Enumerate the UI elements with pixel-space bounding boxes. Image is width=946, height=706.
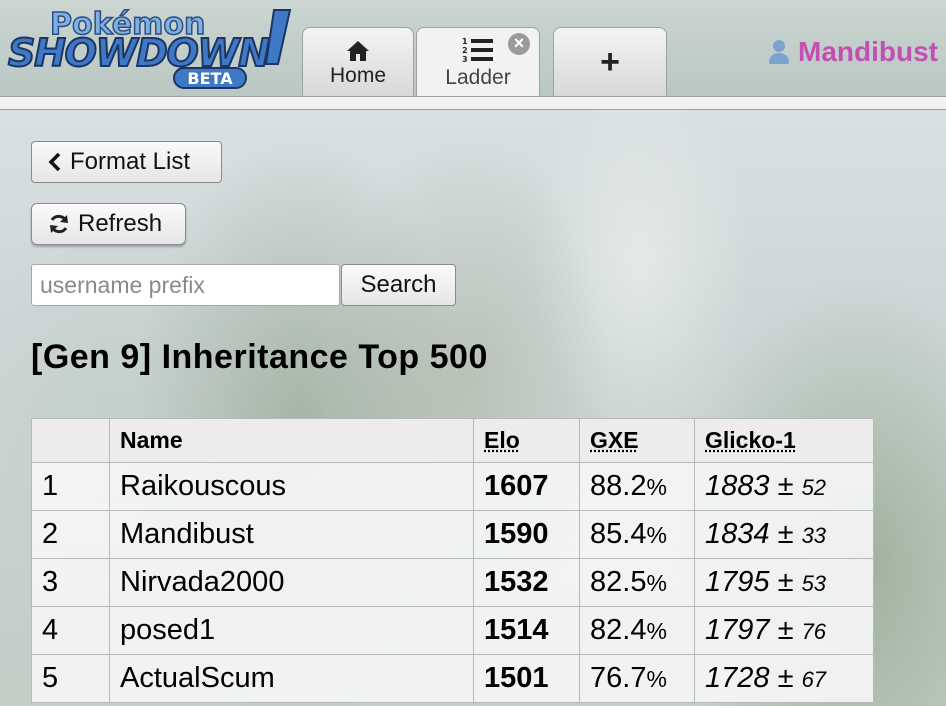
glicko-rating: 1883 <box>705 470 770 502</box>
glicko-rating: 1728 <box>705 662 770 694</box>
plus-minus-sign: ± <box>777 566 794 598</box>
gxe-cell: 82.5% <box>579 558 695 607</box>
table-row: 4 posed1 1514 82.4% 1797 ± 76 <box>31 606 874 655</box>
gxe-cell: 85.4% <box>579 510 695 559</box>
gxe-value: 85.4 <box>590 518 647 550</box>
elo-cell: 1532 <box>473 558 580 607</box>
glicko-rating: 1795 <box>705 566 770 598</box>
home-icon <box>347 41 369 61</box>
gxe-value: 82.5 <box>590 566 647 598</box>
gxe-percent-sign: % <box>646 474 667 500</box>
gxe-cell: 82.4% <box>579 606 695 655</box>
user-menu[interactable]: Mandibust <box>768 32 938 72</box>
close-tab-icon[interactable]: × <box>508 33 530 55</box>
table-row: 5 ActualScum 1501 76.7% 1728 ± 67 <box>31 654 874 703</box>
column-header-rank <box>31 418 110 463</box>
tab-home[interactable]: Home <box>302 27 414 96</box>
gxe-value: 76.7 <box>590 662 647 694</box>
search-button[interactable]: Search <box>341 264 456 306</box>
ladder-title: [Gen 9] Inheritance Top 500 <box>31 338 488 376</box>
elo-cell: 1514 <box>473 606 580 655</box>
rank-cell: 2 <box>31 510 110 559</box>
player-name-cell[interactable]: posed1 <box>109 606 474 655</box>
glicko-cell: 1795 ± 53 <box>694 558 874 607</box>
search-button-label: Search <box>360 271 437 298</box>
gxe-percent-sign: % <box>646 570 667 596</box>
refresh-label: Refresh <box>78 210 163 237</box>
player-name-cell[interactable]: Raikouscous <box>109 462 474 511</box>
elo-cell: 1501 <box>473 654 580 703</box>
tab-ladder[interactable]: 1 2 3 Ladder × <box>416 27 540 97</box>
svg-text:2: 2 <box>462 46 468 55</box>
ordered-list-icon: 1 2 3 <box>462 37 493 64</box>
glicko-cell: 1728 ± 67 <box>694 654 874 703</box>
tab-home-label: Home <box>329 64 387 87</box>
plus-minus-sign: ± <box>777 518 794 550</box>
glicko-deviation: 52 <box>801 475 827 500</box>
tab-ladder-label: Ladder <box>445 66 511 89</box>
header-bar: Pokémon SHOWDOWN BETA Home 1 2 3 Ladder … <box>0 0 946 97</box>
svg-text:1: 1 <box>462 37 468 46</box>
rank-cell: 4 <box>31 606 110 655</box>
user-icon <box>769 40 789 64</box>
glicko-cell: 1883 ± 52 <box>694 462 874 511</box>
rank-cell: 5 <box>31 654 110 703</box>
gxe-cell: 88.2% <box>579 462 695 511</box>
plus-minus-sign: ± <box>777 662 794 694</box>
refresh-button[interactable]: Refresh <box>31 203 186 245</box>
rank-cell: 1 <box>31 462 110 511</box>
glicko-deviation: 33 <box>801 523 827 548</box>
refresh-icon <box>50 214 68 234</box>
glicko-rating: 1797 <box>705 614 770 646</box>
gxe-value: 82.4 <box>590 614 647 646</box>
column-header-glicko[interactable]: Glicko-1 <box>694 418 874 463</box>
gxe-cell: 76.7% <box>579 654 695 703</box>
column-header-name: Name <box>109 418 474 463</box>
table-row: 1 Raikouscous 1607 88.2% 1883 ± 52 <box>31 462 874 511</box>
format-list-label: Format List <box>70 148 191 175</box>
plus-minus-sign: ± <box>777 470 794 502</box>
ladder-table: Name Elo GXE Glicko-1 1 Raikouscous 1607 88… <box>31 418 874 703</box>
svg-text:3: 3 <box>462 55 468 64</box>
player-name-cell[interactable]: Nirvada2000 <box>109 558 474 607</box>
elo-cell: 1607 <box>473 462 580 511</box>
glicko-deviation: 53 <box>801 571 827 596</box>
plus-minus-sign: ± <box>777 614 794 646</box>
glicko-cell: 1797 ± 76 <box>694 606 874 655</box>
format-list-button[interactable]: Format List <box>31 141 222 183</box>
chevron-left-icon <box>48 152 61 172</box>
pokemon-showdown-logo[interactable]: Pokémon SHOWDOWN BETA <box>6 6 296 90</box>
column-header-gxe[interactable]: GXE <box>579 418 695 463</box>
header-divider <box>0 96 946 110</box>
glicko-rating: 1834 <box>705 518 770 550</box>
gxe-percent-sign: % <box>646 522 667 548</box>
glicko-deviation: 67 <box>801 667 827 692</box>
gxe-percent-sign: % <box>646 666 667 692</box>
player-name-cell[interactable]: Mandibust <box>109 510 474 559</box>
glicko-cell: 1834 ± 33 <box>694 510 874 559</box>
gxe-percent-sign: % <box>646 618 667 644</box>
table-row: 3 Nirvada2000 1532 82.5% 1795 ± 53 <box>31 558 874 607</box>
rank-cell: 3 <box>31 558 110 607</box>
ladder-panel: Format List Refresh Search [Gen 9] Inher… <box>0 110 946 706</box>
table-header-row: Name Elo GXE Glicko-1 <box>31 418 874 463</box>
player-name-cell[interactable]: ActualScum <box>109 654 474 703</box>
table-row: 2 Mandibust 1590 85.4% 1834 ± 33 <box>31 510 874 559</box>
logo-badge: BETA <box>187 69 233 88</box>
elo-cell: 1590 <box>473 510 580 559</box>
plus-icon: + <box>600 43 620 81</box>
glicko-deviation: 76 <box>801 619 827 644</box>
column-header-elo[interactable]: Elo <box>473 418 580 463</box>
gxe-value: 88.2 <box>590 470 647 502</box>
username: Mandibust <box>798 36 938 67</box>
tab-new[interactable]: + <box>553 27 667 96</box>
username-search-input[interactable] <box>31 264 340 306</box>
